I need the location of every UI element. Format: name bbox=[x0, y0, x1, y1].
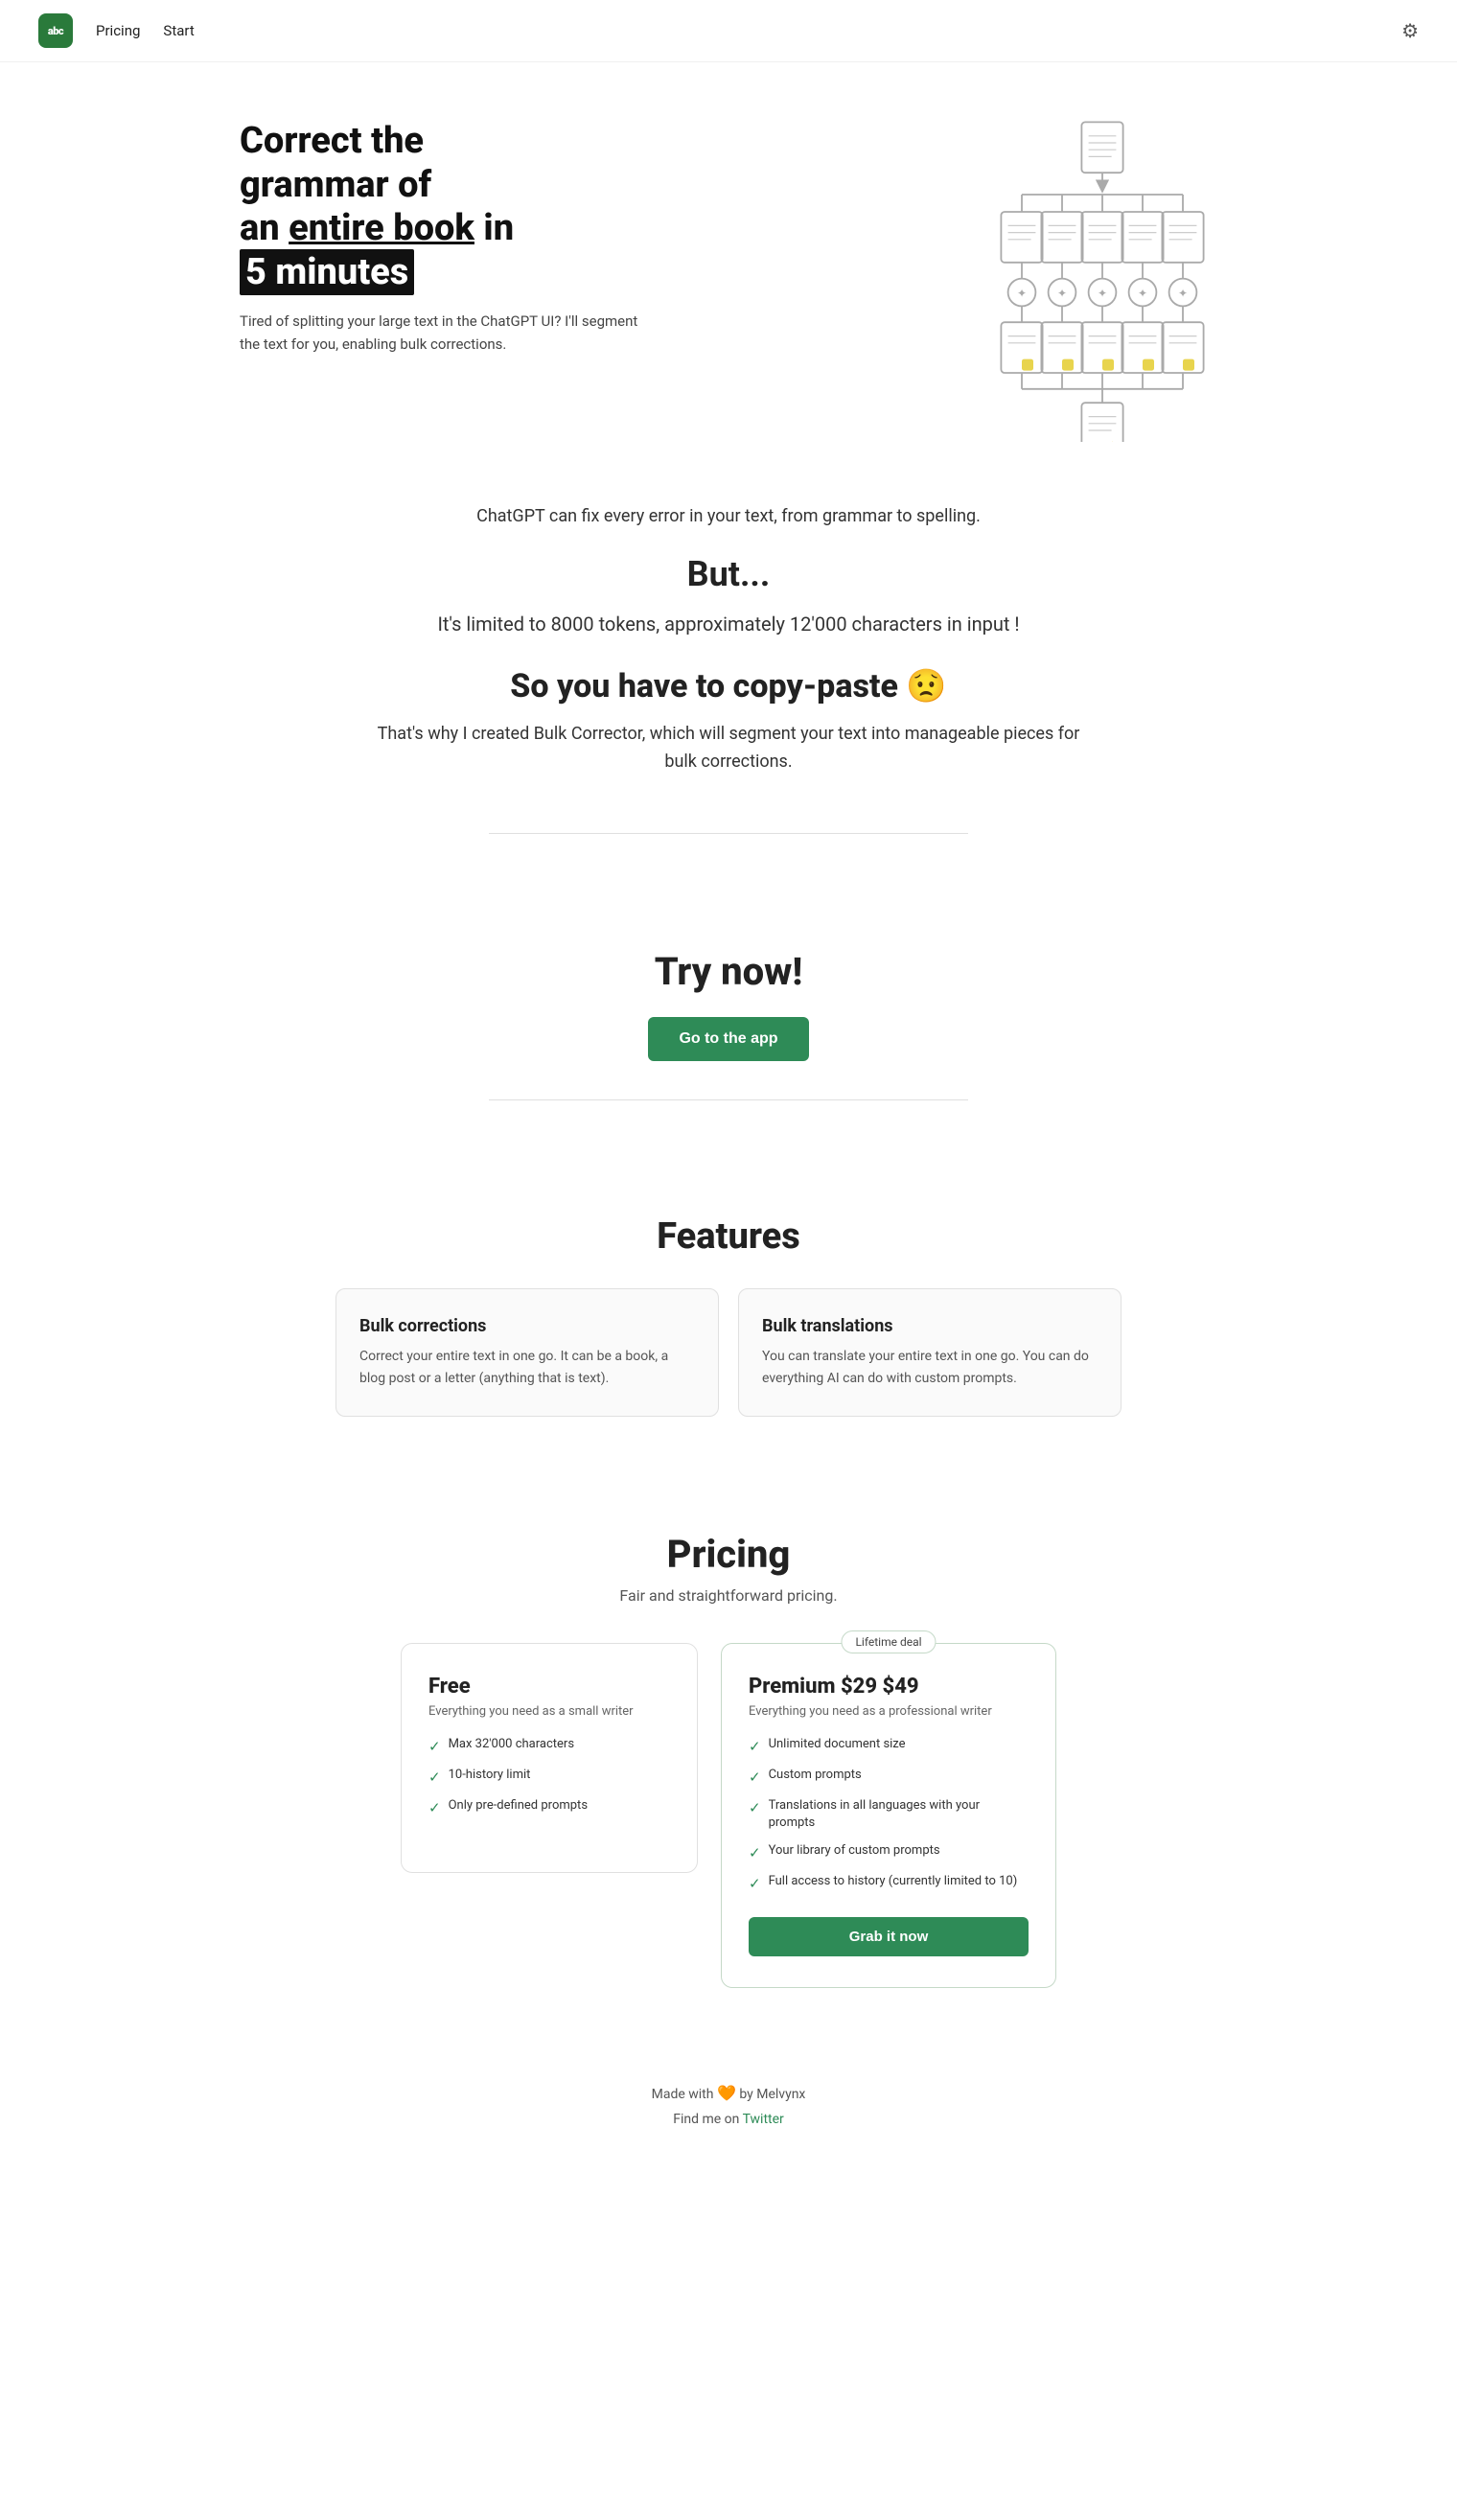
navbar: abc Pricing Start ⚙ bbox=[0, 0, 1457, 62]
footer-find-me: Find me on Twitter bbox=[38, 2112, 1419, 2127]
free-plan-features: ✓ Max 32'000 characters ✓ 10-history lim… bbox=[428, 1736, 670, 1818]
hero-section: Correct the grammar of an entire book in… bbox=[201, 120, 1256, 446]
pricing-title: Pricing bbox=[374, 1532, 1083, 1577]
check-icon-3: ✓ bbox=[428, 1798, 441, 1818]
features-grid: Bulk corrections Correct your entire tex… bbox=[335, 1288, 1122, 1417]
pricing-cards: Free Everything you need as a small writ… bbox=[374, 1643, 1083, 1987]
feature-corrections-desc: Correct your entire text in one go. It c… bbox=[359, 1346, 695, 1389]
svg-text:✦: ✦ bbox=[1107, 439, 1119, 442]
divider-1 bbox=[489, 833, 968, 834]
check-icon-1: ✓ bbox=[428, 1737, 441, 1757]
old-price: $49 bbox=[883, 1675, 919, 1699]
pricing-section: Pricing Fair and straightforward pricing… bbox=[335, 1474, 1122, 2045]
feature-card-translations: Bulk translations You can translate your… bbox=[738, 1288, 1122, 1417]
check-icon-p3: ✓ bbox=[749, 1798, 761, 1818]
divider-2 bbox=[489, 1099, 968, 1100]
hero-subtitle: Tired of splitting your large text in th… bbox=[240, 310, 661, 356]
features-section: Features Bulk corrections Correct your e… bbox=[297, 1158, 1160, 1474]
footer-made-with: Made with 🧡 by Melvynx bbox=[38, 2084, 1419, 2102]
premium-feature-3: ✓ Translations in all languages with you… bbox=[749, 1797, 1029, 1832]
premium-plan-name: Premium $29 $49 bbox=[749, 1675, 1029, 1699]
why-text: That's why I created Bulk Corrector, whi… bbox=[374, 721, 1083, 776]
features-title: Features bbox=[335, 1215, 1122, 1258]
hero-diagram: ✦ ✦ ✦ ✦ ✦ bbox=[987, 120, 1217, 446]
footer: Made with 🧡 by Melvynx Find me on Twitte… bbox=[0, 2046, 1457, 2165]
hero-highlight-text: 5 minutes bbox=[240, 249, 414, 295]
logo[interactable]: abc bbox=[38, 13, 73, 48]
feature-translations-title: Bulk translations bbox=[762, 1316, 1098, 1336]
feature-card-corrections: Bulk corrections Correct your entire tex… bbox=[335, 1288, 719, 1417]
free-feature-3: ✓ Only pre-defined prompts bbox=[428, 1797, 670, 1818]
chatgpt-intro-text: ChatGPT can fix every error in your text… bbox=[374, 503, 1083, 531]
premium-plan-card: Lifetime deal Premium $29 $49 Everything… bbox=[721, 1643, 1056, 1987]
svg-text:✦: ✦ bbox=[1057, 287, 1067, 300]
pricing-subtitle: Fair and straightforward pricing. bbox=[374, 1586, 1083, 1605]
svg-text:✦: ✦ bbox=[1098, 287, 1107, 300]
check-icon-p2: ✓ bbox=[749, 1768, 761, 1788]
free-plan-name: Free bbox=[428, 1675, 670, 1699]
free-feature-2: ✓ 10-history limit bbox=[428, 1767, 670, 1788]
try-now-title: Try now! bbox=[38, 949, 1419, 994]
grab-it-now-button[interactable]: Grab it now bbox=[749, 1917, 1029, 1956]
twitter-link[interactable]: Twitter bbox=[743, 2112, 784, 2127]
copy-paste-title: So you have to copy-paste 😟 bbox=[374, 667, 1083, 705]
svg-text:✦: ✦ bbox=[1178, 287, 1188, 300]
premium-plan-desc: Everything you need as a professional wr… bbox=[749, 1704, 1029, 1719]
hero-text: Correct the grammar of an entire book in… bbox=[240, 120, 661, 356]
svg-text:✦: ✦ bbox=[1017, 287, 1027, 300]
check-icon-p1: ✓ bbox=[749, 1737, 761, 1757]
premium-feature-1: ✓ Unlimited document size bbox=[749, 1736, 1029, 1757]
hero-title: Correct the grammar of an entire book in… bbox=[240, 120, 661, 294]
but-title: But... bbox=[374, 554, 1083, 594]
limited-text: It's limited to 8000 tokens, approximate… bbox=[374, 610, 1083, 638]
free-plan-card: Free Everything you need as a small writ… bbox=[401, 1643, 698, 1873]
free-feature-1: ✓ Max 32'000 characters bbox=[428, 1736, 670, 1757]
premium-feature-2: ✓ Custom prompts bbox=[749, 1767, 1029, 1788]
lifetime-badge: Lifetime deal bbox=[841, 1630, 936, 1653]
intro-section: ChatGPT can fix every error in your text… bbox=[335, 446, 1122, 833]
hero-underline-text: entire book bbox=[289, 207, 474, 249]
check-icon-p4: ✓ bbox=[749, 1843, 761, 1863]
try-now-section: Try now! Go to the app bbox=[0, 891, 1457, 1099]
feature-translations-desc: You can translate your entire text in on… bbox=[762, 1346, 1098, 1389]
go-to-app-button[interactable]: Go to the app bbox=[648, 1017, 808, 1061]
diagram-svg: ✦ ✦ ✦ ✦ ✦ bbox=[987, 120, 1217, 442]
premium-feature-5: ✓ Full access to history (currently limi… bbox=[749, 1873, 1029, 1894]
premium-plan-features: ✓ Unlimited document size ✓ Custom promp… bbox=[749, 1736, 1029, 1893]
nav-start-link[interactable]: Start bbox=[163, 22, 194, 39]
free-plan-desc: Everything you need as a small writer bbox=[428, 1704, 670, 1719]
footer-heart: 🧡 bbox=[717, 2084, 736, 2102]
svg-text:✦: ✦ bbox=[1138, 287, 1147, 300]
premium-feature-4: ✓ Your library of custom prompts bbox=[749, 1842, 1029, 1863]
settings-icon[interactable]: ⚙ bbox=[1401, 19, 1419, 42]
check-icon-2: ✓ bbox=[428, 1768, 441, 1788]
nav-left: abc Pricing Start bbox=[38, 13, 195, 48]
nav-pricing-link[interactable]: Pricing bbox=[96, 22, 140, 39]
feature-corrections-title: Bulk corrections bbox=[359, 1316, 695, 1336]
check-icon-p5: ✓ bbox=[749, 1874, 761, 1894]
